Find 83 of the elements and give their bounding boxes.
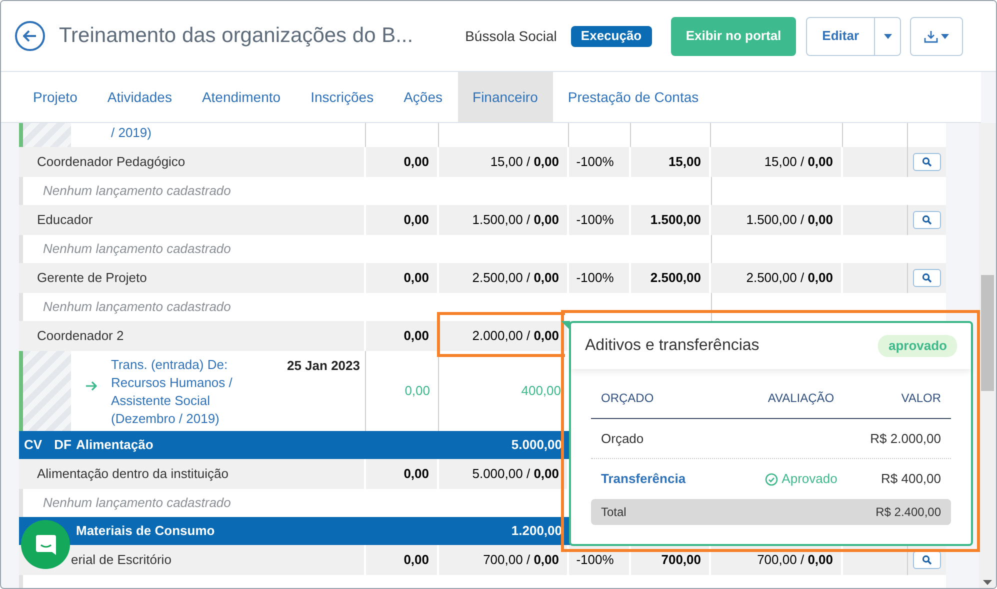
- table-cell-text: -100%: [576, 269, 614, 288]
- table-cell-text: -100%: [576, 211, 614, 230]
- caret-icon: [884, 34, 892, 38]
- budget-item-label: Gerente de Projeto: [37, 269, 147, 288]
- column-header: AVALIAÇÃO: [766, 390, 836, 407]
- column-header: VALOR: [900, 390, 942, 407]
- row-value: R$ 2.000,00: [870, 430, 941, 446]
- empty-entries-message: Nenhum lançamento cadastrado: [43, 183, 231, 198]
- table-cell-text: 2.000,00 / 0,00: [472, 327, 559, 346]
- table-cell-text: 2.500,00 / 0,00: [746, 269, 833, 288]
- category-total: 1.200,00: [511, 522, 562, 540]
- total-label: Total: [601, 504, 626, 521]
- table-cell-text: 15,00 / 0,00: [764, 153, 833, 172]
- evaluation-status: Aprovado: [782, 470, 838, 488]
- empty-entries-message: Nenhum lançamento cadastrado: [43, 241, 231, 256]
- search-icon: [922, 157, 932, 167]
- status-badge: aprovado: [878, 335, 957, 357]
- table-cell-text: 0,00: [404, 327, 429, 346]
- table-cell-text: 400,00: [521, 382, 561, 400]
- scrollbar[interactable]: [979, 123, 996, 588]
- search-button[interactable]: [913, 153, 941, 171]
- table-cell-text: 700,00: [661, 551, 701, 570]
- table-cell-text: 1.500,00: [650, 211, 701, 230]
- empty-entries-message: Nenhum lançamento cadastrado: [43, 299, 231, 314]
- table-cell-text: -100%: [576, 551, 614, 570]
- chat-icon: [34, 532, 58, 556]
- table-cell-text: 15,00: [668, 153, 701, 172]
- arrow-right-icon: [85, 380, 97, 390]
- table-cell-text: 700,00 / 0,00: [483, 551, 559, 570]
- category-code: CV: [24, 436, 42, 454]
- category-name: Materiais de Consumo: [76, 522, 215, 540]
- empty-entries-message: Nenhum lançamento cadastrado: [43, 495, 231, 510]
- table-cell-text: 5.000,00 / 0,00: [472, 465, 559, 484]
- download-button[interactable]: [910, 16, 963, 56]
- hatched-stripe: [19, 123, 71, 147]
- budget-item-label: Alimentação dentro da instituição: [37, 465, 229, 484]
- popover-title: Aditivos e transferências: [585, 336, 760, 356]
- scrollbar-thumb[interactable]: [981, 275, 994, 391]
- transfer-description: / 2019): [111, 125, 152, 140]
- table-cell-text: 0,00: [404, 211, 429, 230]
- table-cell-text: 2.500,00 / 0,00: [472, 269, 559, 288]
- search-icon: [922, 273, 932, 283]
- row-label: Orçado: [601, 430, 644, 446]
- row-value: R$ 400,00: [881, 471, 941, 486]
- search-button[interactable]: [913, 551, 941, 569]
- table-cell-text: -100%: [576, 153, 614, 172]
- category-name: Alimentação: [76, 436, 154, 454]
- arrow-left-icon: [23, 30, 37, 42]
- budget-item-label: Coordenador Pedagógico: [37, 153, 186, 172]
- scroll-down-icon[interactable]: [983, 580, 992, 585]
- search-icon: [922, 215, 932, 225]
- status-badge: Execução: [570, 26, 652, 46]
- organization-name: Bússola Social: [465, 26, 557, 46]
- table-cell-text: 15,00 / 0,00: [490, 153, 559, 172]
- table-cell-text: 0,00: [404, 551, 429, 570]
- page-title: Treinamento das organizações do B...: [59, 23, 414, 50]
- table-cell-text: 1.500,00 / 0,00: [746, 211, 833, 230]
- back-button[interactable]: [15, 21, 45, 51]
- check-circle-icon: [764, 472, 778, 486]
- column-header: ORÇADO: [600, 390, 655, 407]
- table-cell-text: 2.500,00: [650, 269, 701, 288]
- table-cell-text: 0,00: [404, 465, 429, 484]
- table-cell-text: 0,00: [404, 382, 430, 400]
- tab[interactable]: Financeiro: [458, 72, 553, 122]
- category-code: DF: [54, 436, 72, 454]
- table-cell-text: 0,00: [404, 153, 429, 172]
- category-total: 5.000,00: [511, 436, 562, 454]
- table-cell-text: 700,00 / 0,00: [757, 551, 833, 570]
- budget-item-label: erial de Escritório: [71, 551, 172, 570]
- search-button[interactable]: [913, 269, 941, 287]
- transfer-description: Trans. (entrada) De: Recursos Humanos / Assistente Social (Dezembro / 2019): [111, 356, 234, 428]
- transfer-link[interactable]: Transferência: [601, 471, 686, 486]
- search-button[interactable]: [913, 211, 941, 229]
- download-icon: [924, 30, 938, 42]
- budget-item-label: Educador: [37, 211, 93, 230]
- caret-icon: [941, 34, 949, 38]
- transfer-date: 25 Jan 2023: [286, 358, 360, 373]
- search-icon: [922, 555, 932, 565]
- table-cell-text: 0,00: [404, 269, 429, 288]
- budget-item-label: Coordenador 2: [37, 327, 124, 346]
- edit-button[interactable]: Editar: [806, 16, 875, 56]
- total-value: R$ 2.400,00: [876, 504, 941, 521]
- table-cell-text: 1.500,00 / 0,00: [472, 211, 559, 230]
